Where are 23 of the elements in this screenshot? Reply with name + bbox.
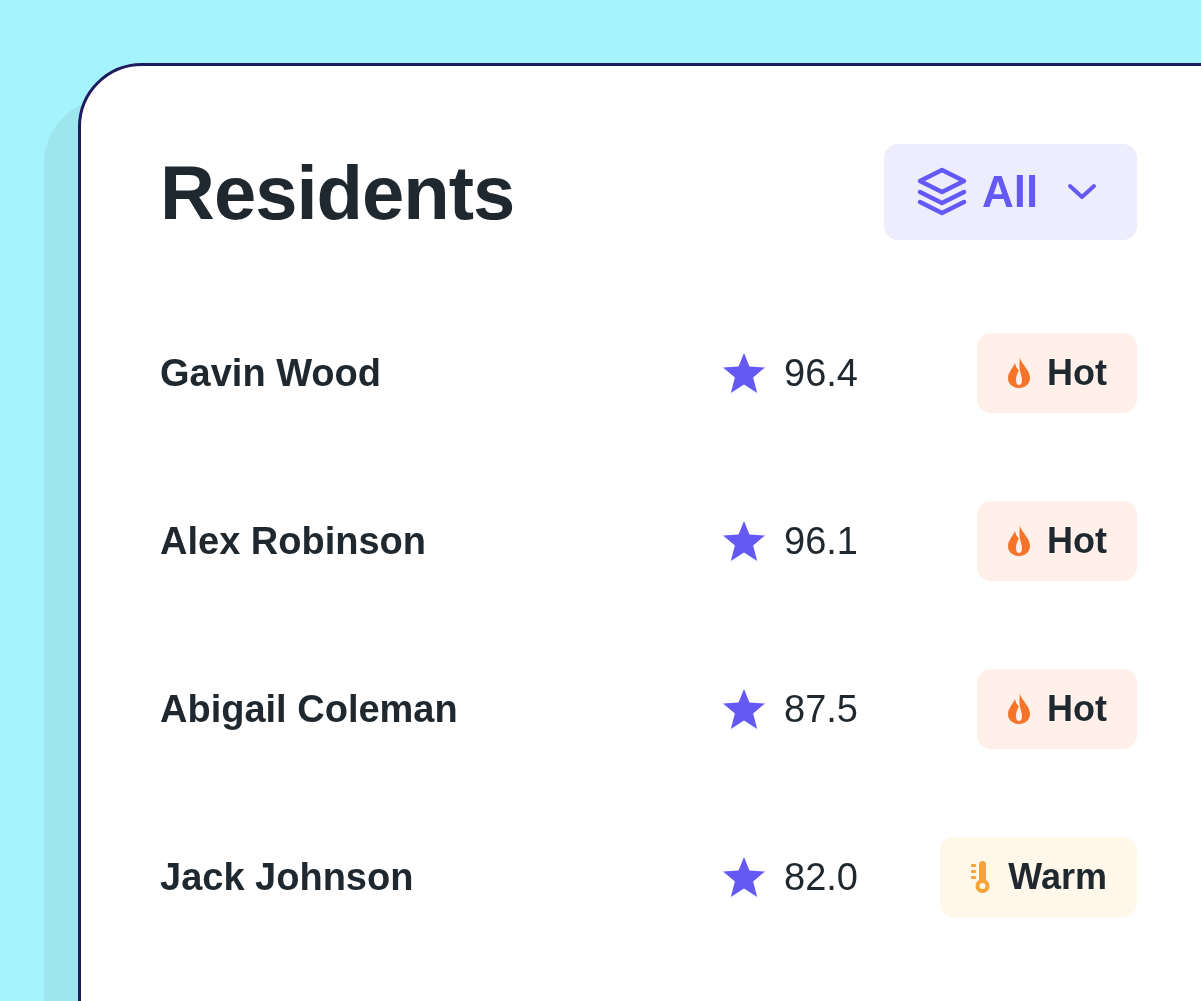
star-icon — [722, 688, 766, 730]
flame-icon — [1007, 693, 1031, 725]
flame-icon — [1007, 525, 1031, 557]
resident-name: Gavin Wood — [160, 351, 382, 395]
status-badge: Hot — [977, 501, 1137, 581]
page-title: Residents — [160, 148, 515, 236]
score-value: 96.1 — [784, 519, 858, 563]
filter-dropdown[interactable]: All — [884, 144, 1137, 240]
score-value: 82.0 — [784, 855, 858, 899]
chevron-down-icon — [1066, 182, 1099, 202]
star-icon — [722, 856, 766, 898]
resident-name: Jack Johnson — [160, 855, 415, 899]
status-badge: Warm — [940, 837, 1137, 917]
score-value: 87.5 — [784, 687, 858, 731]
status-badge: Hot — [977, 669, 1137, 749]
flame-icon — [1007, 357, 1031, 389]
status-badge: Hot — [977, 333, 1137, 413]
resident-name: Abigail Coleman — [160, 687, 459, 731]
resident-name: Alex Robinson — [160, 519, 428, 563]
star-icon — [722, 352, 766, 394]
score-value: 96.4 — [784, 351, 858, 395]
layers-icon — [916, 167, 968, 217]
star-icon — [722, 520, 766, 562]
